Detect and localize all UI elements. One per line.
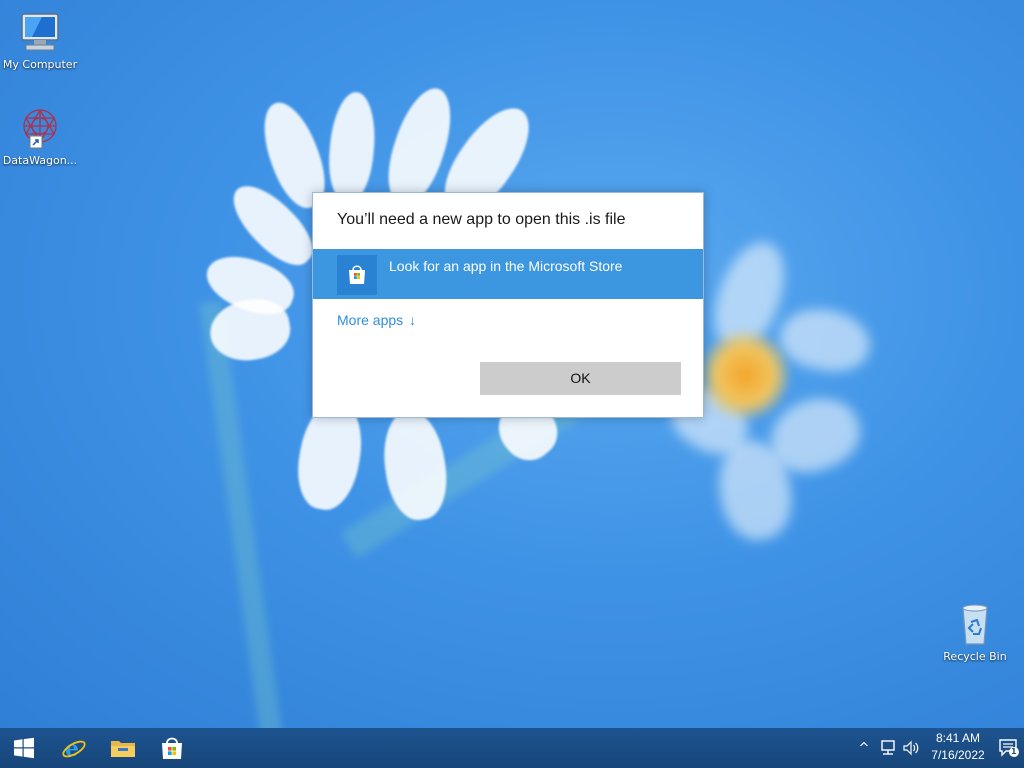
desktop-icon-datawagon[interactable]: DataWagon... bbox=[0, 104, 80, 167]
datawagon-shortcut-icon bbox=[23, 108, 57, 149]
file-explorer-taskbar-button[interactable] bbox=[99, 728, 147, 768]
more-apps-link[interactable]: More apps ↓ bbox=[337, 312, 416, 328]
dialog-title: You’ll need a new app to open this .is f… bbox=[337, 211, 626, 228]
clock-date: 7/16/2022 bbox=[931, 748, 985, 762]
internet-explorer-taskbar-button[interactable]: e bbox=[50, 728, 98, 768]
volume-icon[interactable] bbox=[902, 738, 922, 758]
internet-explorer-icon: e bbox=[62, 736, 86, 761]
taskbar: e ^ 8:41 AM 7/16/2022 1 bbox=[0, 728, 1024, 768]
desktop-icon-label: My Computer bbox=[2, 58, 78, 71]
windows-logo-icon bbox=[14, 737, 34, 759]
computer-icon bbox=[21, 13, 59, 51]
system-tray: ^ 8:41 AM 7/16/2022 1 bbox=[824, 728, 1024, 768]
notification-count-badge: 1 bbox=[1011, 747, 1017, 756]
folder-icon bbox=[111, 741, 135, 757]
clock-time: 8:41 AM bbox=[935, 731, 981, 745]
start-button[interactable] bbox=[0, 728, 48, 768]
desktop-icon-label: DataWagon... bbox=[2, 154, 78, 167]
network-icon[interactable] bbox=[878, 738, 898, 758]
flower-petal bbox=[775, 302, 875, 378]
open-with-dialog: You’ll need a new app to open this .is f… bbox=[312, 192, 704, 418]
desktop-icon-my-computer[interactable]: My Computer bbox=[0, 8, 80, 71]
recycle-bin-icon bbox=[962, 604, 988, 645]
look-for-app-in-store-option[interactable]: Look for an app in the Microsoft Store bbox=[313, 249, 703, 299]
microsoft-store-icon bbox=[162, 737, 182, 759]
ok-button[interactable]: OK bbox=[480, 362, 681, 395]
more-apps-label: More apps bbox=[337, 312, 404, 328]
desktop-icon-recycle-bin[interactable]: Recycle Bin bbox=[935, 600, 1015, 663]
arrow-down-icon: ↓ bbox=[409, 312, 417, 328]
flower-petal bbox=[325, 90, 379, 204]
desktop-icon-label: Recycle Bin bbox=[943, 650, 1007, 663]
desktop-background: My Computer DataWagon... Recycle Bin You… bbox=[0, 0, 1024, 728]
show-hidden-icons-chevron[interactable]: ^ bbox=[854, 738, 874, 758]
store-option-label: Look for an app in the Microsoft Store bbox=[389, 258, 623, 274]
flower-stem bbox=[199, 300, 283, 728]
flower-center bbox=[700, 330, 790, 420]
microsoft-store-icon bbox=[337, 255, 377, 295]
microsoft-store-taskbar-button[interactable] bbox=[148, 728, 196, 768]
clock[interactable]: 8:41 AM 7/16/2022 bbox=[924, 730, 992, 764]
action-center-button[interactable]: 1 bbox=[998, 738, 1020, 758]
